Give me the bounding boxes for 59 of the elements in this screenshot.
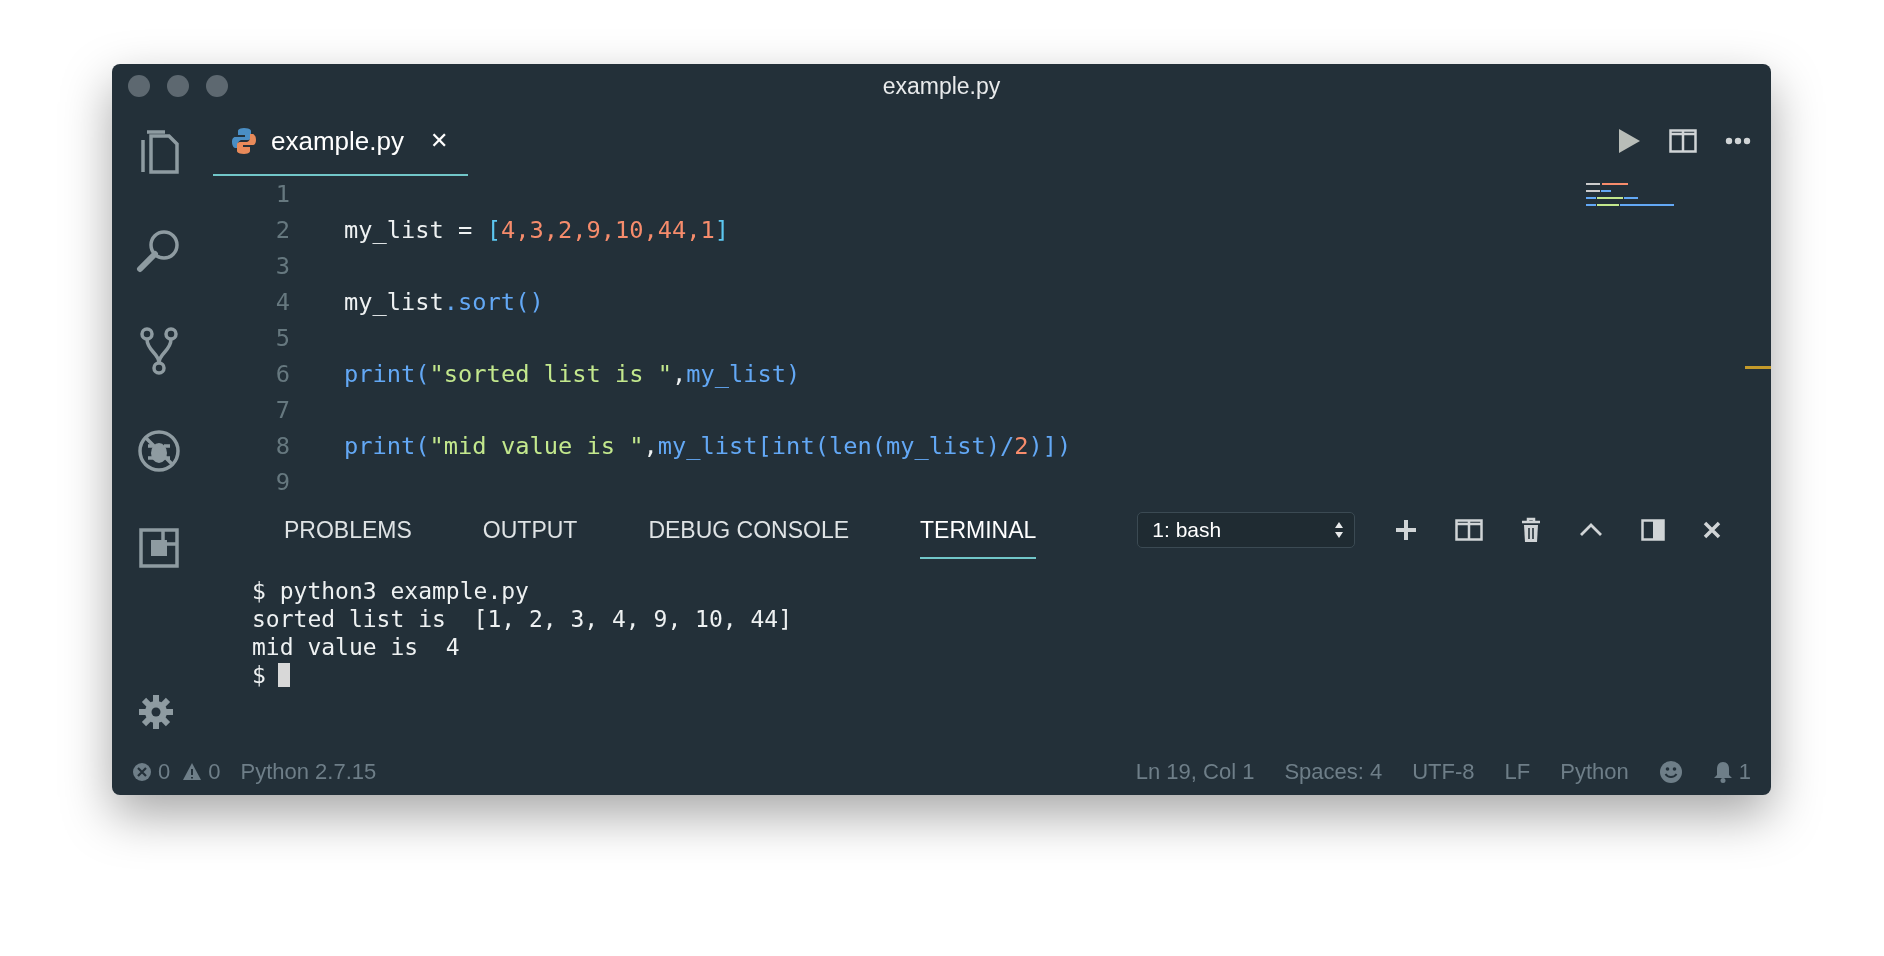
maximize-window-button[interactable] — [206, 75, 228, 97]
code-line: print("mid value is ",my_list[int(len(my_list)/2)]) — [344, 432, 1072, 460]
panel-tab[interactable]: OUTPUT — [482, 501, 578, 559]
panel-tab[interactable]: PROBLEMS — [284, 501, 412, 559]
terminal-line: sorted list is [1, 2, 3, 4, 9, 10, 44] — [252, 605, 793, 633]
terminal-select[interactable]: 1: bash — [1137, 512, 1356, 548]
interpreter-status[interactable]: Python 2.7.15 — [240, 758, 377, 785]
line-number: 7 — [274, 396, 290, 424]
line-ending-status[interactable]: LF — [1504, 758, 1531, 785]
split-editor-icon[interactable] — [1669, 129, 1697, 153]
line-number: 2 — [274, 216, 290, 244]
code-line: my_list.sort() — [344, 288, 544, 316]
search-icon[interactable] — [135, 228, 182, 274]
error-icon[interactable] — [132, 761, 152, 782]
notification-count[interactable]: 1 — [1738, 758, 1751, 785]
cursor-position-status[interactable]: Ln 19, Col 1 — [1135, 758, 1255, 785]
indentation-status[interactable]: Spaces: 4 — [1284, 758, 1383, 785]
terminal-cursor — [277, 663, 290, 687]
smiley-icon[interactable] — [1658, 759, 1683, 784]
run-icon[interactable] — [1617, 128, 1641, 154]
branch-icon[interactable] — [138, 326, 179, 376]
maximize-panel-icon[interactable] — [1641, 519, 1666, 541]
no-bug-icon[interactable] — [135, 428, 182, 474]
bell-icon[interactable] — [1712, 760, 1733, 783]
extensions-icon[interactable] — [136, 526, 181, 570]
window-title: example.py — [882, 72, 1001, 99]
close-icon[interactable] — [1703, 521, 1722, 539]
line-number: 4 — [274, 288, 290, 316]
warning-count[interactable]: 0 — [208, 758, 221, 785]
code-line: my_list = [4,3,2,9,10,44,1] — [344, 216, 730, 244]
line-number: 1 — [274, 180, 290, 208]
terminal-line: $ python3 example.py — [252, 577, 529, 605]
settings-gear-icon[interactable] — [138, 694, 174, 730]
panel-tab[interactable]: TERMINAL — [920, 501, 1037, 559]
close-window-button[interactable] — [128, 75, 150, 97]
line-number: 6 — [274, 360, 290, 388]
more-icon[interactable] — [1725, 137, 1751, 145]
error-count[interactable]: 0 — [158, 758, 171, 785]
line-number: 5 — [274, 324, 290, 352]
overview-ruler-mark — [1745, 366, 1771, 369]
editor-tab[interactable]: example.py ✕ — [213, 108, 468, 176]
panel-tab[interactable]: DEBUG CONSOLE — [648, 501, 850, 559]
language-status[interactable]: Python — [1560, 758, 1629, 785]
split-terminal-icon[interactable] — [1455, 519, 1484, 541]
close-tab-button[interactable]: ✕ — [429, 128, 448, 154]
line-number: 9 — [274, 468, 290, 496]
warning-icon[interactable] — [182, 762, 203, 781]
terminal-line: $ — [252, 661, 266, 689]
line-number: 8 — [274, 432, 290, 460]
chevron-up-icon[interactable] — [1579, 523, 1604, 537]
trash-icon[interactable] — [1521, 517, 1542, 543]
line-number: 3 — [274, 252, 290, 280]
code-line: print("sorted list is ",my_list) — [344, 360, 801, 388]
python-file-icon — [231, 127, 257, 155]
terminal-line: mid value is 4 — [252, 633, 460, 661]
encoding-status[interactable]: UTF-8 — [1412, 758, 1475, 785]
updown-caret-icon — [1334, 521, 1345, 539]
minimize-window-button[interactable] — [167, 75, 189, 97]
plus-icon[interactable] — [1395, 519, 1418, 541]
